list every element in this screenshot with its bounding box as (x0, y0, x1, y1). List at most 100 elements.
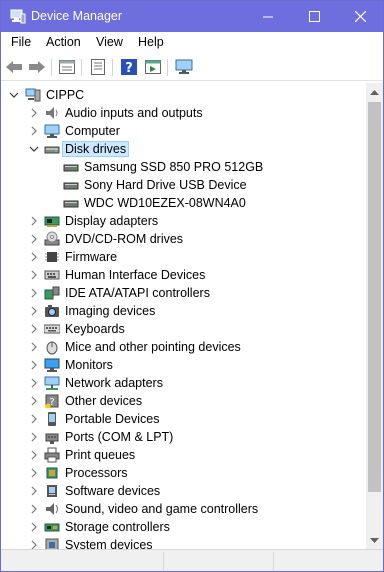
tree-item-label: Firmware (65, 250, 118, 264)
collapse-chevron-icon[interactable] (28, 143, 40, 155)
list-icon[interactable] (88, 58, 108, 76)
expand-chevron-icon[interactable] (28, 485, 40, 497)
back-arrow-icon[interactable] (4, 58, 24, 76)
expand-chevron-icon[interactable] (28, 251, 40, 263)
menu-view[interactable]: View (96, 35, 123, 49)
computer-icon (44, 123, 60, 139)
unknown-device-icon: ? (44, 393, 60, 409)
menu-bar: File Action View Help (1, 32, 383, 52)
tree-category[interactable]: Disk drives (1, 140, 361, 158)
tree-item-label: System devices (65, 538, 153, 549)
tree-item-label: CIPPC (46, 88, 85, 102)
forward-arrow-icon[interactable] (27, 58, 47, 76)
expand-chevron-icon[interactable] (28, 539, 40, 549)
portable-device-icon (44, 411, 60, 427)
tree-category[interactable]: Sound, video and game controllers (1, 500, 361, 518)
sound-icon (44, 501, 60, 517)
keyboard-icon (43, 321, 61, 337)
toolbar-separator (112, 59, 113, 76)
tree-category[interactable]: Software devices (1, 482, 361, 500)
expand-chevron-icon[interactable] (28, 395, 40, 407)
tree-category[interactable]: Computer (1, 122, 361, 140)
tree-item-label: Portable Devices (65, 412, 160, 426)
drive-icon (63, 159, 79, 175)
printer-icon (44, 447, 60, 463)
expand-chevron-icon[interactable] (28, 341, 40, 353)
help-icon[interactable]: ? (119, 58, 139, 76)
tree-category[interactable]: Firmware (1, 248, 361, 266)
expand-chevron-icon[interactable] (28, 413, 40, 425)
scroll-down-button[interactable] (366, 532, 383, 549)
status-cell (164, 552, 274, 570)
tree-category[interactable]: Storage controllers (1, 518, 361, 536)
expand-chevron-icon[interactable] (28, 503, 40, 515)
minimize-button[interactable] (245, 1, 291, 32)
tree-item-label: Keyboards (65, 322, 125, 336)
scroll-up-button[interactable] (366, 83, 383, 100)
tree-category[interactable]: Display adapters (1, 212, 361, 230)
expand-chevron-icon[interactable] (28, 449, 40, 461)
tree-item-label: Audio inputs and outputs (65, 106, 203, 120)
toolbar: ? (1, 53, 383, 81)
tree-device[interactable]: Sony Hard Drive USB Device (1, 176, 361, 194)
tree-category[interactable]: Keyboards (1, 320, 361, 338)
tree-category[interactable]: Processors (1, 464, 361, 482)
expand-chevron-icon[interactable] (28, 305, 40, 317)
firmware-icon (44, 249, 60, 265)
tree-category[interactable]: DVD/CD-ROM drives (1, 230, 361, 248)
tree-category[interactable]: Audio inputs and outputs (1, 104, 361, 122)
tree-category[interactable]: Ports (COM & LPT) (1, 428, 361, 446)
drive-icon (63, 177, 79, 193)
expand-chevron-icon[interactable] (28, 467, 40, 479)
tree-item-label: Sony Hard Drive USB Device (84, 178, 247, 192)
properties-icon[interactable] (57, 58, 77, 76)
tree-category[interactable]: Network adapters (1, 374, 361, 392)
tree-item-label: Sound, video and game controllers (65, 502, 259, 516)
expand-chevron-icon[interactable] (28, 359, 40, 371)
scroll-thumb[interactable] (368, 102, 381, 492)
expand-chevron-icon[interactable] (28, 287, 40, 299)
close-button[interactable] (337, 1, 383, 32)
system-device-icon (44, 537, 60, 549)
imaging-icon (44, 303, 60, 319)
tree-item-label: Mice and other pointing devices (65, 340, 241, 354)
tree-device[interactable]: WDC WD10EZEX-08WN4A0 (1, 194, 361, 212)
maximize-button[interactable] (291, 1, 337, 32)
monitor-icon (44, 357, 60, 373)
expand-chevron-icon[interactable] (28, 233, 40, 245)
expand-chevron-icon[interactable] (28, 377, 40, 389)
device-tree[interactable]: CIPPC Audio inputs and outputs Computer Dis… (1, 83, 367, 549)
network-icon (44, 375, 60, 391)
expand-chevron-icon[interactable] (28, 431, 40, 443)
tree-category[interactable]: Human Interface Devices (1, 266, 361, 284)
tree-category[interactable]: Mice and other pointing devices (1, 338, 361, 356)
tree-category[interactable]: Print queues (1, 446, 361, 464)
drive-icon (63, 195, 79, 211)
tree-root[interactable]: CIPPC (1, 86, 361, 104)
tree-category[interactable]: Imaging devices (1, 302, 361, 320)
expand-chevron-icon[interactable] (28, 107, 40, 119)
monitor-icon[interactable] (174, 58, 194, 76)
tree-category[interactable]: Monitors (1, 356, 361, 374)
menu-help[interactable]: Help (138, 35, 164, 49)
port-icon (44, 429, 60, 445)
menu-action[interactable]: Action (46, 35, 81, 49)
tree-item-label: Display adapters (65, 214, 159, 228)
expand-chevron-icon[interactable] (28, 125, 40, 137)
vertical-scrollbar[interactable] (366, 83, 383, 549)
collapse-chevron-icon[interactable] (8, 89, 20, 101)
run-icon[interactable] (143, 58, 163, 76)
expand-chevron-icon[interactable] (28, 269, 40, 281)
tree-category[interactable]: ? Other devices (1, 392, 361, 410)
expand-chevron-icon[interactable] (28, 215, 40, 227)
tree-category[interactable]: Portable Devices (1, 410, 361, 428)
expand-chevron-icon[interactable] (28, 323, 40, 335)
menu-file[interactable]: File (11, 35, 31, 49)
title-bar[interactable]: Device Manager (1, 1, 383, 32)
expand-chevron-icon[interactable] (28, 521, 40, 533)
tree-category[interactable]: IDE ATA/ATAPI controllers (1, 284, 361, 302)
toolbar-separator (81, 59, 82, 76)
ide-icon (44, 285, 60, 301)
tree-category[interactable]: System devices (1, 536, 361, 549)
tree-device[interactable]: Samsung SSD 850 PRO 512GB (1, 158, 361, 176)
